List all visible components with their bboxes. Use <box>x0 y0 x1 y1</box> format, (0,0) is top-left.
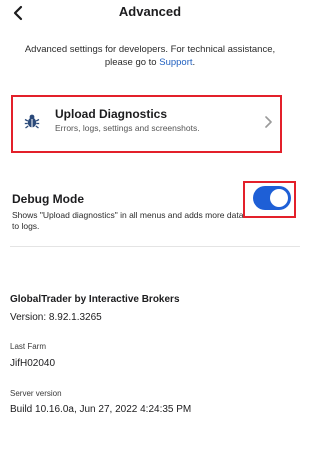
support-link[interactable]: Support <box>159 57 192 68</box>
header: Advanced <box>0 0 300 26</box>
debug-mode-toggle[interactable] <box>253 186 291 210</box>
advanced-settings-screen: Advanced Advanced settings for developer… <box>0 0 300 460</box>
intro-text: Advanced settings for developers. For te… <box>14 43 286 69</box>
page-title: Advanced <box>118 4 182 19</box>
debug-mode-description: Shows "Upload diagnostics" in all menus … <box>12 210 244 231</box>
upload-diagnostics-title: Upload Diagnostics <box>55 107 168 121</box>
bug-icon <box>24 114 40 129</box>
intro-suffix: . <box>192 57 196 68</box>
debug-mode-title: Debug Mode <box>12 192 84 206</box>
divider <box>10 246 300 247</box>
upload-diagnostics-row[interactable]: Upload Diagnostics Errors, logs, setting… <box>14 98 279 150</box>
chevron-right-icon <box>265 116 272 128</box>
app-version: Version: 8.92.1.3265 <box>10 312 102 323</box>
server-version-label: Server version <box>10 389 62 398</box>
last-farm-label: Last Farm <box>10 342 47 351</box>
intro-body: Advanced settings for developers. For te… <box>24 44 276 68</box>
server-version-value: Build 10.16.0a, Jun 27, 2022 4:24:35 PM <box>10 404 192 415</box>
toggle-knob <box>270 189 288 207</box>
last-farm-value: JifH02040 <box>10 358 56 369</box>
upload-diagnostics-subtitle: Errors, logs, settings and screenshots. <box>55 123 200 133</box>
app-name: GlobalTrader by Interactive Brokers <box>10 294 180 305</box>
